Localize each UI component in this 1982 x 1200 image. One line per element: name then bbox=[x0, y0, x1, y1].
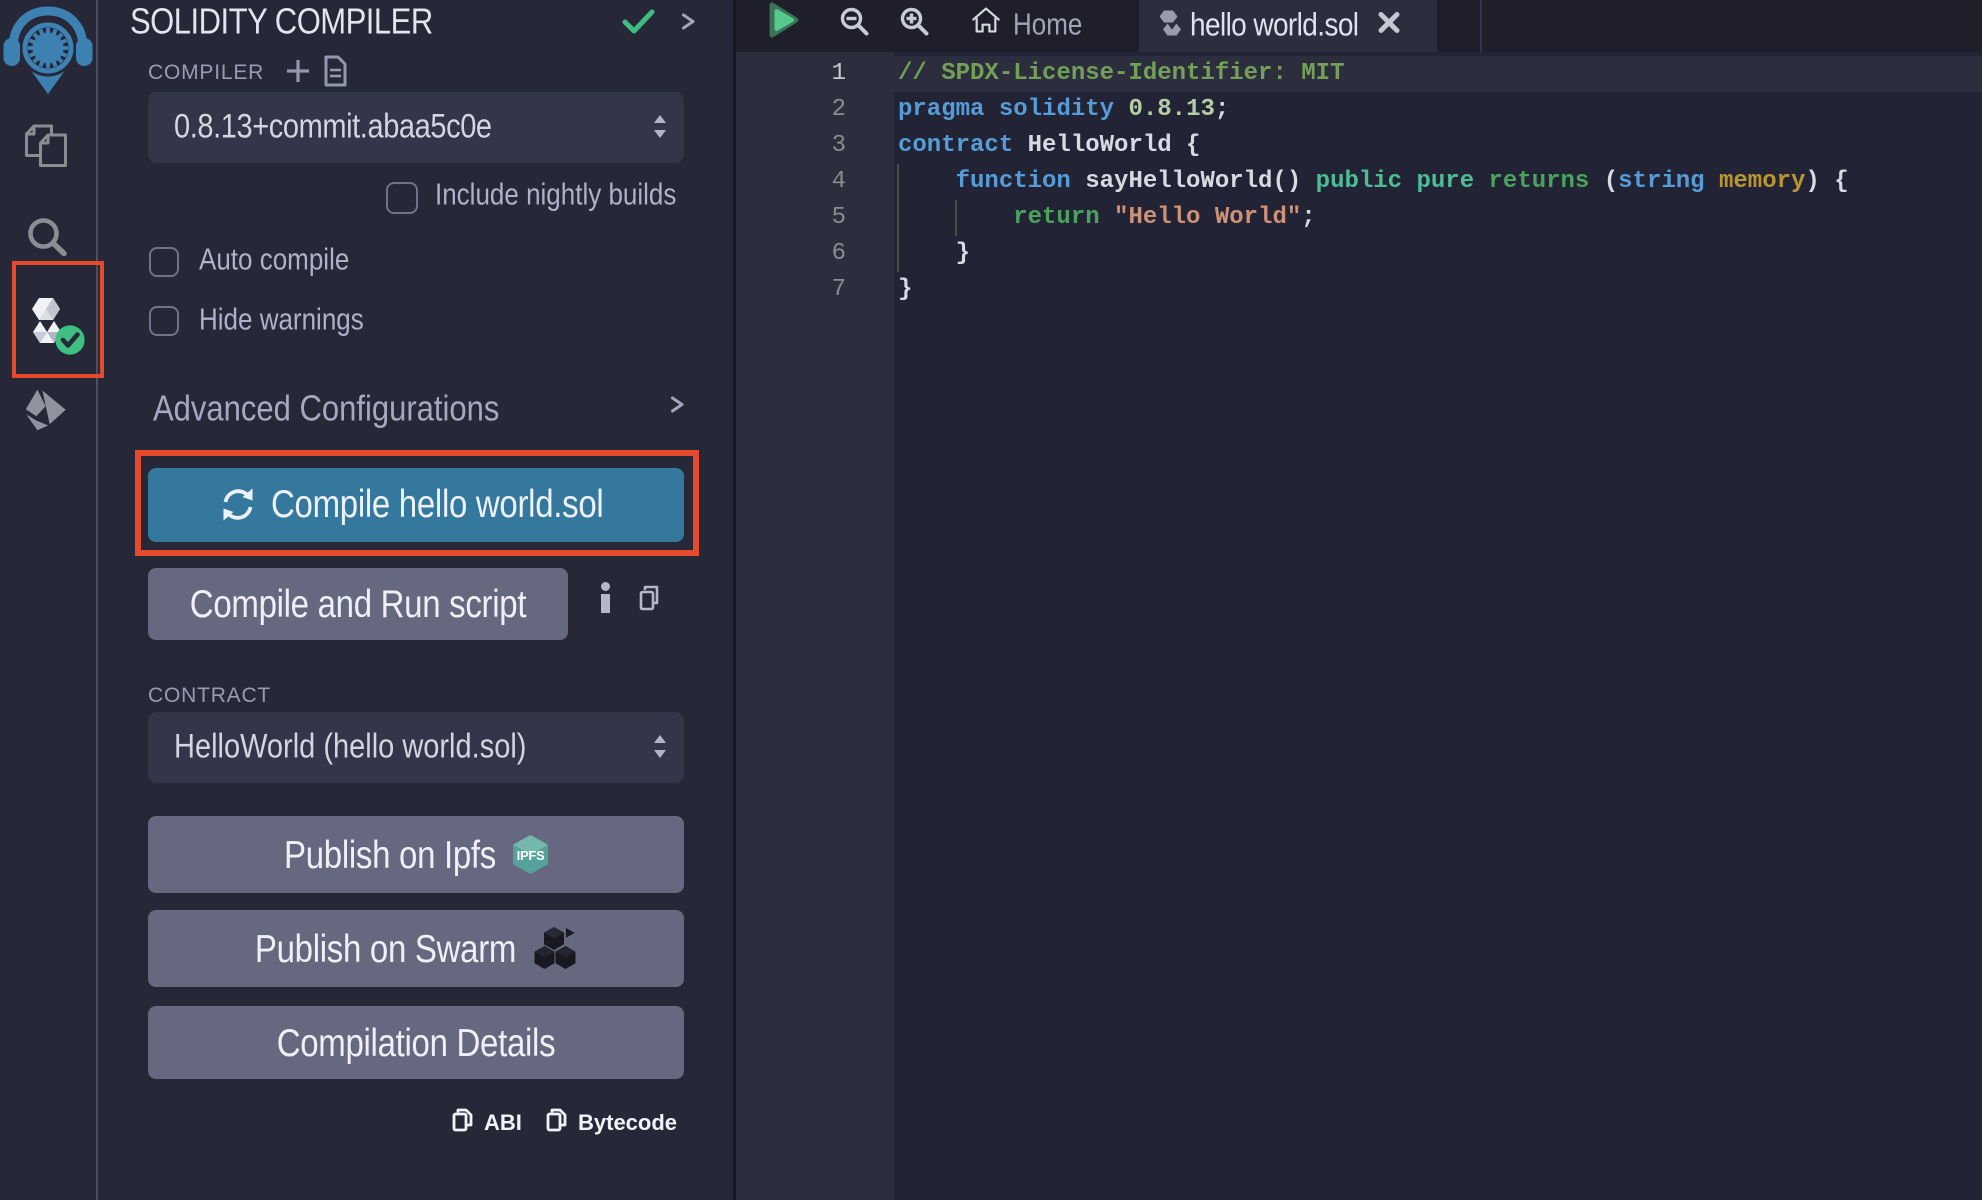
svg-text:IPFS: IPFS bbox=[517, 848, 545, 863]
